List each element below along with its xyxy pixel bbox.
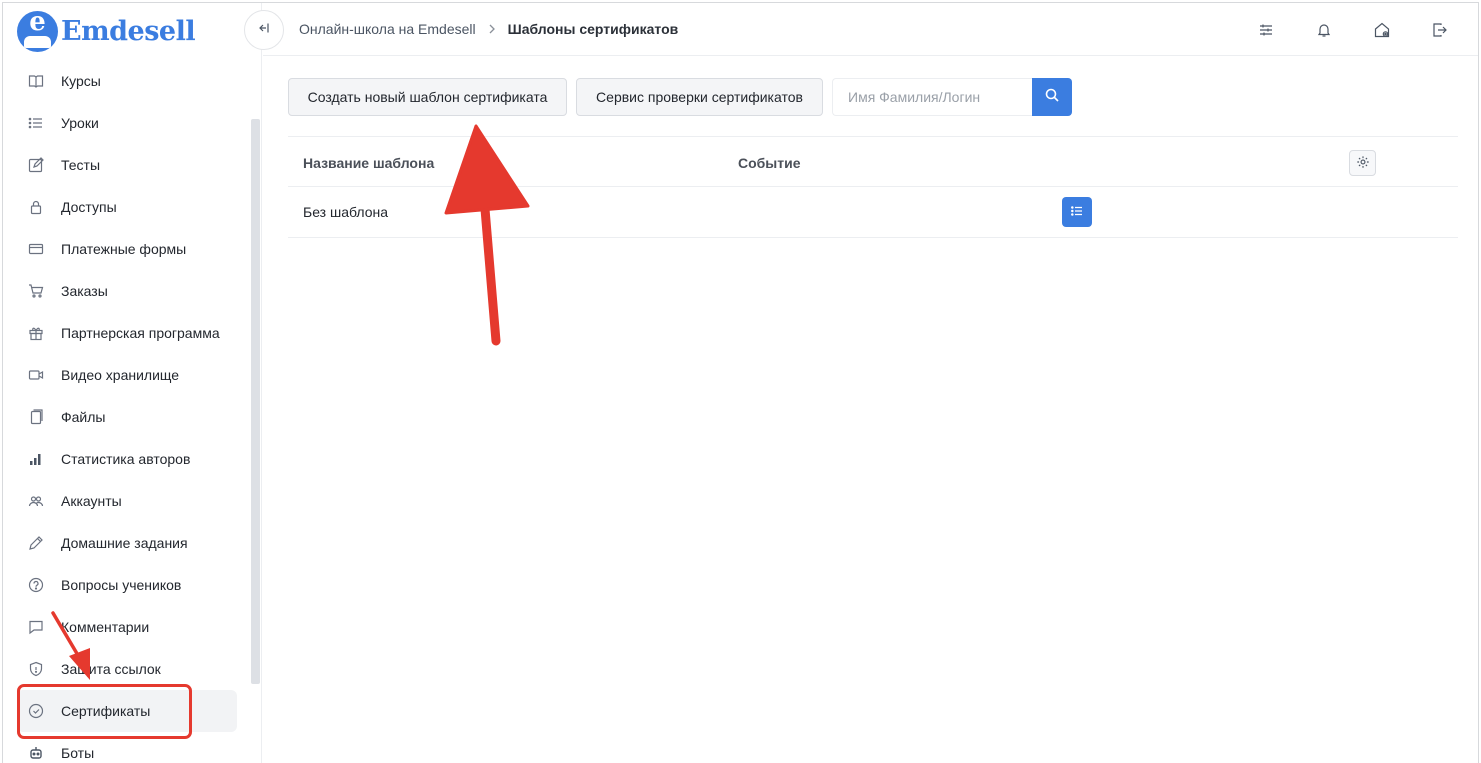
gift-icon xyxy=(28,325,44,341)
sidebar-item-label: Доступы xyxy=(61,199,117,215)
annotation-highlight-box xyxy=(17,684,192,739)
sidebar-item-author-stats[interactable]: Статистика авторов xyxy=(3,438,251,480)
sidebar-item-partner-program[interactable]: Партнерская программа xyxy=(3,312,251,354)
bar-chart-icon xyxy=(28,451,44,467)
breadcrumb: Онлайн-школа на Emdesell Шаблоны сертифи… xyxy=(299,21,678,37)
sidebar-item-label: Аккаунты xyxy=(61,493,122,509)
search-icon xyxy=(1044,87,1060,108)
chevron-right-icon xyxy=(488,22,496,37)
comment-icon xyxy=(28,619,44,635)
sidebar-item-orders[interactable]: Заказы xyxy=(3,270,251,312)
logout-icon[interactable] xyxy=(1430,20,1450,40)
book-icon xyxy=(28,73,44,89)
sidebar-item-homework[interactable]: Домашние задания xyxy=(3,522,251,564)
sidebar-item-label: Видео хранилище xyxy=(61,367,180,383)
sidebar-item-label: Домашние задания xyxy=(61,535,188,551)
sidebar-item-payment-forms[interactable]: Платежные формы xyxy=(3,228,251,270)
search-input[interactable] xyxy=(832,78,1033,116)
sidebar-scrollbar[interactable] xyxy=(251,119,260,684)
video-icon xyxy=(28,367,44,383)
sidebar-item-tests[interactable]: Тесты xyxy=(3,144,251,186)
sidebar-item-label: Статистика авторов xyxy=(61,451,191,467)
certificate-templates-table: Название шаблона Событие Без шаблона xyxy=(288,136,1458,238)
sliders-icon[interactable] xyxy=(1256,20,1276,40)
sidebar: e Emdesell Курсы Уроки Тесты Доступы Пла… xyxy=(3,3,262,763)
bell-icon[interactable] xyxy=(1314,20,1334,40)
table-settings-button[interactable] xyxy=(1349,150,1376,176)
sidebar-item-label: Курсы xyxy=(61,73,101,89)
sidebar-item-label: Партнерская программа xyxy=(61,325,220,341)
column-header-template-name: Название шаблона xyxy=(303,155,435,171)
breadcrumb-current: Шаблоны сертификатов xyxy=(507,21,679,37)
gear-icon xyxy=(1356,155,1370,172)
sidebar-item-accounts[interactable]: Аккаунты xyxy=(3,480,251,522)
credit-card-icon xyxy=(28,241,44,257)
sidebar-item-access[interactable]: Доступы xyxy=(3,186,251,228)
logo-badge-icon: e xyxy=(17,11,58,52)
sidebar-item-label: Файлы xyxy=(61,409,106,425)
template-actions-button[interactable] xyxy=(1062,197,1092,227)
search-button[interactable] xyxy=(1032,78,1072,116)
sidebar-item-files[interactable]: Файлы xyxy=(3,396,251,438)
list-icon xyxy=(28,115,44,131)
breadcrumb-root-link[interactable]: Онлайн-школа на Emdesell xyxy=(299,21,476,37)
cart-icon xyxy=(28,283,44,299)
sidebar-item-lessons[interactable]: Уроки xyxy=(3,102,251,144)
sidebar-item-label: Заказы xyxy=(61,283,108,299)
edit-square-icon xyxy=(28,157,44,173)
create-certificate-template-button[interactable]: Создать новый шаблон сертификата xyxy=(288,78,567,116)
sidebar-item-label: Вопросы учеников xyxy=(61,577,182,593)
sidebar-item-label: Комментарии xyxy=(61,619,150,635)
logo-letter: e xyxy=(29,11,46,37)
lock-icon xyxy=(28,199,44,215)
users-icon xyxy=(28,493,44,509)
collapse-left-icon xyxy=(257,21,271,40)
brand-logo[interactable]: e Emdesell xyxy=(17,11,196,52)
shield-icon xyxy=(28,661,44,677)
app-frame: e Emdesell Курсы Уроки Тесты Доступы Пла… xyxy=(2,2,1479,763)
sidebar-item-label: Защита ссылок xyxy=(61,661,161,677)
template-name-cell: Без шаблона xyxy=(303,204,389,220)
sidebar-item-label: Уроки xyxy=(61,115,99,131)
pencil-icon xyxy=(28,535,44,551)
file-icon xyxy=(28,409,44,425)
table-header: Название шаблона Событие xyxy=(288,136,1458,187)
certificate-check-service-button[interactable]: Сервис проверки сертификатов xyxy=(576,78,823,116)
sidebar-nav: Курсы Уроки Тесты Доступы Платежные форм… xyxy=(3,60,251,763)
table-row: Без шаблона xyxy=(288,187,1458,238)
column-header-event: Событие xyxy=(738,155,801,171)
sidebar-item-video-storage[interactable]: Видео хранилище xyxy=(3,354,251,396)
brand-name: Emdesell xyxy=(61,16,196,47)
sidebar-item-student-questions[interactable]: Вопросы учеников xyxy=(3,564,251,606)
sidebar-item-label: Платежные формы xyxy=(61,241,187,257)
robot-icon xyxy=(28,745,44,761)
header-actions xyxy=(1256,20,1450,40)
question-circle-icon xyxy=(28,577,44,593)
collapse-sidebar-button[interactable] xyxy=(244,10,284,50)
sidebar-item-label: Тесты xyxy=(61,157,101,173)
sidebar-item-comments[interactable]: Комментарии xyxy=(3,606,251,648)
list-numbered-icon xyxy=(1070,204,1084,221)
home-settings-icon[interactable] xyxy=(1372,20,1392,40)
sidebar-item-courses[interactable]: Курсы xyxy=(3,60,251,102)
sidebar-item-label: Боты xyxy=(61,745,95,761)
